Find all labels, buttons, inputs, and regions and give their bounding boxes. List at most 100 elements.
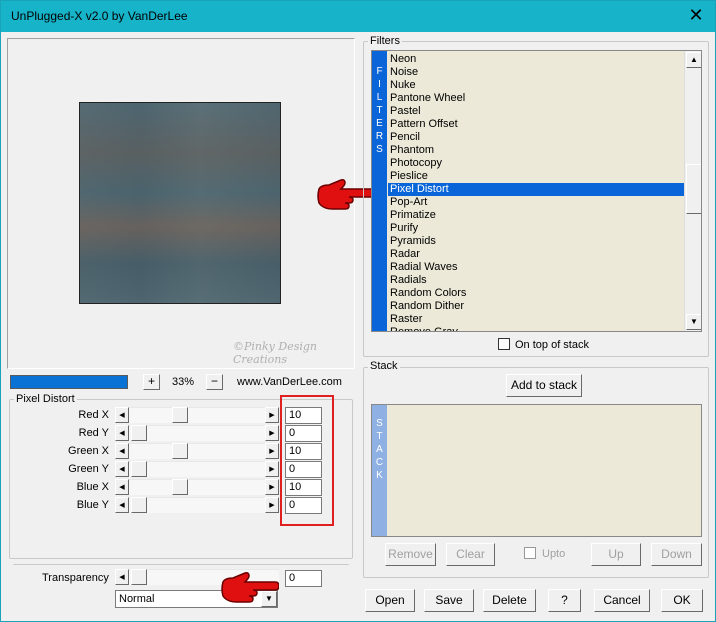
add-to-stack-button[interactable]: Add to stack <box>506 374 582 397</box>
on-top-of-stack-checkbox[interactable] <box>498 338 510 350</box>
slider-thumb[interactable] <box>171 443 188 459</box>
filter-item[interactable]: Pop-Art <box>388 196 684 209</box>
ok-button[interactable]: OK <box>661 589 703 612</box>
filter-item[interactable]: Radar <box>388 248 684 261</box>
slider-right-arrow[interactable]: ▶ <box>265 479 279 495</box>
slider-label: Red Y <box>78 427 109 439</box>
slider-track[interactable] <box>115 479 279 495</box>
filter-item[interactable]: Phantom <box>388 144 684 157</box>
slider-label: Blue X <box>76 481 109 493</box>
stack-strip: STACK <box>372 405 387 536</box>
progress-bar <box>10 375 128 389</box>
slider-thumb[interactable] <box>171 407 188 423</box>
filters-scrollbar[interactable]: ▲ ▼ <box>684 51 701 331</box>
filter-item[interactable]: Radials <box>388 274 684 287</box>
filters-strip-letter: R <box>375 131 384 142</box>
filter-item[interactable]: Pencil <box>388 131 684 144</box>
stack-strip-letter: A <box>376 444 383 455</box>
stack-strip-letter: T <box>376 431 383 442</box>
slider-thumb[interactable] <box>171 479 188 495</box>
clear-button[interactable]: Clear <box>446 543 495 566</box>
filter-item[interactable]: Pattern Offset <box>388 118 684 131</box>
up-button[interactable]: Up <box>591 543 641 566</box>
open-button[interactable]: Open <box>365 589 415 612</box>
filters-strip-letter: S <box>376 144 383 155</box>
delete-button[interactable]: Delete <box>483 589 536 612</box>
slider-label: Green Y <box>68 463 109 475</box>
slider-left-arrow[interactable]: ◀ <box>115 479 129 495</box>
close-icon[interactable]: ✕ <box>687 6 705 24</box>
filter-item[interactable]: Noise <box>388 66 684 79</box>
stack-strip-letter: K <box>376 470 383 481</box>
on-top-of-stack-label: On top of stack <box>515 339 589 351</box>
pixel-distort-label: Pixel Distort <box>14 393 77 405</box>
transparency-left-arrow[interactable]: ◀ <box>115 569 129 585</box>
filter-item[interactable]: Random Dither <box>388 300 684 313</box>
save-button[interactable]: Save <box>424 589 474 612</box>
divider <box>13 564 349 565</box>
zoom-level: 33% <box>172 376 195 388</box>
remove-button[interactable]: Remove <box>385 543 436 566</box>
filter-item[interactable]: Purify <box>388 222 684 235</box>
slider-track[interactable] <box>115 407 279 423</box>
zoom-in-button[interactable]: + <box>143 374 160 390</box>
filters-strip-letter: E <box>376 118 383 129</box>
slider-thumb[interactable] <box>131 461 147 477</box>
website-link[interactable]: www.VanDerLee.com <box>237 376 342 388</box>
blend-mode-value: Normal <box>119 593 155 605</box>
slider-right-arrow[interactable]: ▶ <box>265 443 279 459</box>
plugin-window: UnPlugged-X v2.0 by VanDerLee ✕ ©Pinky D… <box>0 0 716 622</box>
cancel-button[interactable]: Cancel <box>594 589 650 612</box>
filter-item[interactable]: Pyramids <box>388 235 684 248</box>
slider-left-arrow[interactable]: ◀ <box>115 461 129 477</box>
filter-item[interactable]: Remove Gray <box>388 326 684 331</box>
down-button[interactable]: Down <box>651 543 702 566</box>
slider-label: Red X <box>78 409 109 421</box>
slider-left-arrow[interactable]: ◀ <box>115 497 129 513</box>
scroll-down-icon[interactable]: ▼ <box>686 314 701 330</box>
filter-item[interactable]: Pixel Distort <box>388 183 684 196</box>
filter-item[interactable]: Random Colors <box>388 287 684 300</box>
filter-list[interactable]: FILTERS Neon Noise Nuke Pantone Wheel Pastel… <box>371 50 702 332</box>
slider-label: Green X <box>68 445 109 457</box>
stack-list[interactable]: STACK <box>371 404 702 537</box>
preview-image <box>79 102 281 304</box>
scroll-up-icon[interactable]: ▲ <box>686 52 701 68</box>
slider-right-arrow[interactable]: ▶ <box>265 407 279 423</box>
pointing-hand-icon <box>221 572 279 603</box>
filter-item[interactable]: Pastel <box>388 105 684 118</box>
filter-item[interactable]: Raster <box>388 313 684 326</box>
stack-strip-letter: S <box>376 418 383 429</box>
slider-right-arrow[interactable]: ▶ <box>265 425 279 441</box>
slider-right-arrow[interactable]: ▶ <box>265 461 279 477</box>
transparency-thumb[interactable] <box>131 569 147 585</box>
slider-left-arrow[interactable]: ◀ <box>115 443 129 459</box>
slider-track[interactable] <box>115 443 279 459</box>
filters-strip-letter: I <box>378 79 381 90</box>
slider-left-arrow[interactable]: ◀ <box>115 407 129 423</box>
scrollbar-thumb[interactable] <box>686 164 701 214</box>
filter-item[interactable]: Neon <box>388 53 684 66</box>
slider-thumb[interactable] <box>131 425 147 441</box>
upto-checkbox[interactable] <box>524 547 536 559</box>
filter-item[interactable]: Primatize <box>388 209 684 222</box>
filter-item[interactable]: Pieslice <box>388 170 684 183</box>
filters-strip-letter: F <box>376 66 383 77</box>
slider-thumb[interactable] <box>131 497 147 513</box>
filter-item[interactable]: Nuke <box>388 79 684 92</box>
title-bar: UnPlugged-X v2.0 by VanDerLee ✕ <box>1 1 715 32</box>
filter-item[interactable]: Photocopy <box>388 157 684 170</box>
filters-label: Filters <box>368 35 402 47</box>
slider-right-arrow[interactable]: ▶ <box>265 497 279 513</box>
zoom-out-button[interactable]: − <box>206 374 223 390</box>
stack-strip-letter: C <box>375 457 384 468</box>
filter-item[interactable]: Radial Waves <box>388 261 684 274</box>
help-button[interactable]: ? <box>548 589 581 612</box>
filter-item[interactable]: Pantone Wheel <box>388 92 684 105</box>
transparency-value[interactable]: 0 <box>285 570 322 587</box>
slider-left-arrow[interactable]: ◀ <box>115 425 129 441</box>
window-title: UnPlugged-X v2.0 by VanDerLee <box>11 9 188 23</box>
upto-label: Upto <box>542 548 566 560</box>
slider-label: Blue Y <box>76 499 109 511</box>
filters-strip-letter: T <box>376 105 383 116</box>
